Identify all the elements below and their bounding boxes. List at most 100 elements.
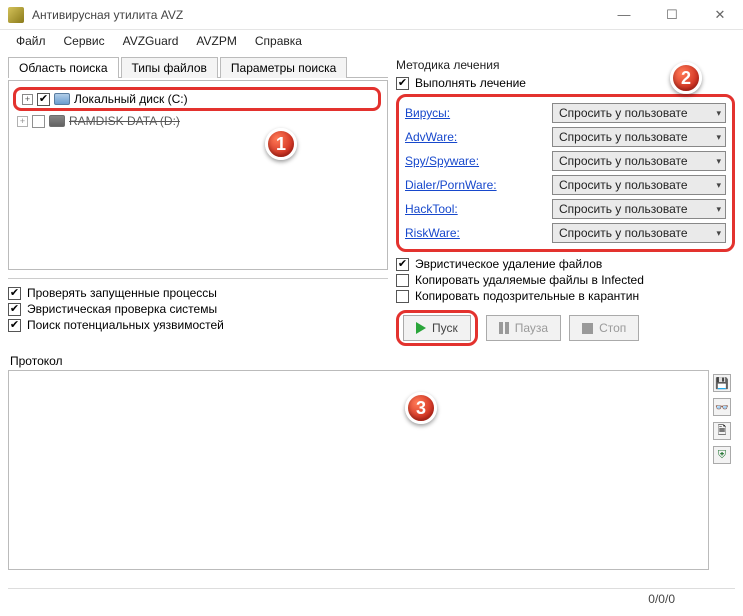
combo-dialer[interactable]: Спросить у пользовате ▾ xyxy=(552,175,726,195)
opt-copyquar-label: Копировать подозрительные в карантин xyxy=(415,289,639,303)
status-counter: 0/0/0 xyxy=(648,592,675,606)
threat-row-riskware: RiskWare: Спросить у пользовате ▾ xyxy=(405,221,726,245)
stop-label: Стоп xyxy=(599,321,626,335)
drive-c-label: Локальный диск (C:) xyxy=(74,92,188,106)
statusbar: 0/0/0 xyxy=(8,588,735,608)
play-icon xyxy=(416,322,426,334)
opt-vuln[interactable]: ✔ Поиск потенциальных уязвимостей xyxy=(8,317,388,333)
opt-running-label: Проверять запущенные процессы xyxy=(27,286,217,300)
combo-virus[interactable]: Спросить у пользовате ▾ xyxy=(552,103,726,123)
disk-icon xyxy=(49,115,65,127)
threat-row-advware: AdvWare: Спросить у пользовате ▾ xyxy=(405,125,726,149)
opt-heuristic[interactable]: ✔ Эвристическая проверка системы xyxy=(8,301,388,317)
chevron-down-icon: ▾ xyxy=(716,204,721,215)
shield-icon[interactable]: ⛨ xyxy=(713,446,731,464)
combo-value: Спросить у пользовате xyxy=(559,226,688,240)
drive-c-checkbox[interactable]: ✔ xyxy=(37,93,50,106)
combo-advware[interactable]: Спросить у пользовате ▾ xyxy=(552,127,726,147)
stop-icon xyxy=(582,323,593,334)
expand-icon[interactable]: + xyxy=(22,94,33,105)
chevron-down-icon: ▾ xyxy=(716,156,721,167)
combo-value: Спросить у пользовате xyxy=(559,106,688,120)
opt-heurdel[interactable]: ✔ Эвристическое удаление файлов xyxy=(396,256,735,272)
combo-value: Спросить у пользовате xyxy=(559,130,688,144)
close-button[interactable]: ✕ xyxy=(705,5,735,25)
window-title: Антивирусная утилита AVZ xyxy=(32,8,609,22)
perform-label: Выполнять лечение xyxy=(415,76,526,90)
combo-value: Спросить у пользовате xyxy=(559,202,688,216)
app-icon xyxy=(8,7,24,23)
checkbox[interactable] xyxy=(396,274,409,287)
threat-actions-panel: Вирусы: Спросить у пользовате ▾ AdvWare:… xyxy=(396,94,735,252)
tab-scope[interactable]: Область поиска xyxy=(8,57,119,78)
checkbox[interactable]: ✔ xyxy=(396,258,409,271)
menu-service[interactable]: Сервис xyxy=(56,32,113,50)
tab-filetypes[interactable]: Типы файлов xyxy=(121,57,218,78)
opt-running[interactable]: ✔ Проверять запущенные процессы xyxy=(8,285,388,301)
menu-help[interactable]: Справка xyxy=(247,32,310,50)
threat-link-spy[interactable]: Spy/Spyware: xyxy=(405,154,479,168)
extra-options: ✔ Эвристическое удаление файлов Копирова… xyxy=(396,252,735,310)
start-button[interactable]: Пуск xyxy=(403,315,471,341)
save-icon[interactable]: 💾 xyxy=(713,374,731,392)
drive-tree[interactable]: + ✔ Локальный диск (C:) + RAMDISK DATA (… xyxy=(8,80,388,270)
menu-avzpm[interactable]: AVZPM xyxy=(188,32,244,50)
checkbox[interactable] xyxy=(396,290,409,303)
checkbox[interactable]: ✔ xyxy=(8,319,21,332)
drive-d-checkbox[interactable] xyxy=(32,115,45,128)
menu-file[interactable]: Файл xyxy=(8,32,54,50)
checkbox[interactable]: ✔ xyxy=(396,77,409,90)
stop-button[interactable]: Стоп xyxy=(569,315,639,341)
opt-heurdel-label: Эвристическое удаление файлов xyxy=(415,257,602,271)
checkbox[interactable]: ✔ xyxy=(8,303,21,316)
menubar: Файл Сервис AVZGuard AVZPM Справка xyxy=(0,30,743,52)
threat-link-dialer[interactable]: Dialer/PornWare: xyxy=(405,178,497,192)
tab-params[interactable]: Параметры поиска xyxy=(220,57,347,78)
window-controls: — ☐ ✕ xyxy=(609,5,735,25)
protocol-textarea[interactable] xyxy=(8,370,709,570)
callout-3: 3 xyxy=(405,392,437,424)
threat-row-spy: Spy/Spyware: Спросить у пользовате ▾ xyxy=(405,149,726,173)
drive-row-d[interactable]: + RAMDISK DATA (D:) xyxy=(15,113,381,129)
glasses-icon[interactable]: 👓 xyxy=(713,398,731,416)
threat-row-hacktool: HackTool: Спросить у пользовате ▾ xyxy=(405,197,726,221)
combo-riskware[interactable]: Спросить у пользовате ▾ xyxy=(552,223,726,243)
protocol-tools: 💾 👓 🗎 ⛨ xyxy=(713,370,735,570)
combo-value: Спросить у пользовате xyxy=(559,154,688,168)
opt-copyinf[interactable]: Копировать удаляемые файлы в Infected xyxy=(396,272,735,288)
pause-button[interactable]: Пауза xyxy=(486,315,561,341)
titlebar: Антивирусная утилита AVZ — ☐ ✕ xyxy=(0,0,743,30)
minimize-button[interactable]: — xyxy=(609,5,639,25)
start-label: Пуск xyxy=(432,321,458,335)
callout-1: 1 xyxy=(265,128,297,160)
document-icon[interactable]: 🗎 xyxy=(713,422,731,440)
threat-link-hacktool[interactable]: HackTool: xyxy=(405,202,458,216)
callout-2: 2 xyxy=(670,62,702,94)
threat-link-advware[interactable]: AdvWare: xyxy=(405,130,457,144)
opt-heuristic-label: Эвристическая проверка системы xyxy=(27,302,217,316)
chevron-down-icon: ▾ xyxy=(716,228,721,239)
drive-d-label: RAMDISK DATA (D:) xyxy=(69,114,180,128)
threat-row-dialer: Dialer/PornWare: Спросить у пользовате ▾ xyxy=(405,173,726,197)
left-tabs: Область поиска Типы файлов Параметры пои… xyxy=(8,56,388,78)
left-options: ✔ Проверять запущенные процессы ✔ Эврист… xyxy=(8,278,388,333)
combo-spy[interactable]: Спросить у пользовате ▾ xyxy=(552,151,726,171)
chevron-down-icon: ▾ xyxy=(716,180,721,191)
combo-hacktool[interactable]: Спросить у пользовате ▾ xyxy=(552,199,726,219)
threat-row-virus: Вирусы: Спросить у пользовате ▾ xyxy=(405,101,726,125)
opt-vuln-label: Поиск потенциальных уязвимостей xyxy=(27,318,224,332)
maximize-button[interactable]: ☐ xyxy=(657,5,687,25)
drive-row-c[interactable]: + ✔ Локальный диск (C:) xyxy=(13,87,381,111)
combo-value: Спросить у пользовате xyxy=(559,178,688,192)
threat-link-riskware[interactable]: RiskWare: xyxy=(405,226,460,240)
expand-icon[interactable]: + xyxy=(17,116,28,127)
pause-icon xyxy=(499,322,509,334)
chevron-down-icon: ▾ xyxy=(716,108,721,119)
opt-copyquar[interactable]: Копировать подозрительные в карантин xyxy=(396,288,735,304)
threat-link-virus[interactable]: Вирусы: xyxy=(405,106,450,120)
menu-avzguard[interactable]: AVZGuard xyxy=(115,32,187,50)
chevron-down-icon: ▾ xyxy=(716,132,721,143)
start-highlight: Пуск xyxy=(396,310,478,346)
action-buttons: Пуск Пауза Стоп xyxy=(396,310,735,346)
checkbox[interactable]: ✔ xyxy=(8,287,21,300)
